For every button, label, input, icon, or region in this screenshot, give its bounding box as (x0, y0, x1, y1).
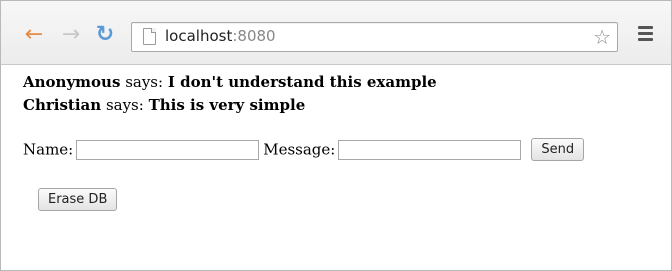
page-icon (143, 28, 156, 45)
message-verb: says: (105, 96, 144, 114)
message-label: Message: (263, 140, 336, 159)
url-port: :8080 (232, 27, 276, 45)
reload-icon[interactable]: ↻ (93, 23, 117, 47)
message-item: Christian says: This is very simple (23, 95, 437, 118)
url-host: localhost (165, 27, 233, 45)
message-text: This is very simple (148, 96, 306, 114)
forward-arrow-icon[interactable]: → (59, 23, 83, 47)
message-form: Name: Message: Send (23, 138, 585, 161)
message-input[interactable] (338, 139, 522, 160)
bookmark-star-icon[interactable]: ☆ (593, 25, 611, 49)
browser-window: ← → ↻ localhost:8080 ☆ Anonymous says: I… (0, 0, 672, 271)
browser-toolbar: ← → ↻ localhost:8080 ☆ (1, 1, 671, 65)
message-item: Anonymous says: I don't understand this … (23, 72, 437, 95)
send-button[interactable]: Send (531, 138, 585, 161)
message-list: Anonymous says: I don't understand this … (23, 72, 437, 118)
message-author: Anonymous (23, 73, 121, 91)
url-text[interactable]: localhost:8080 (165, 27, 276, 45)
menu-icon[interactable] (638, 26, 653, 42)
back-arrow-icon[interactable]: ← (22, 23, 46, 47)
message-verb: says: (125, 73, 164, 91)
address-bar[interactable]: localhost:8080 ☆ (131, 22, 618, 52)
message-text: I don't understand this example (167, 73, 437, 91)
name-label: Name: (23, 140, 74, 159)
message-author: Christian (23, 96, 102, 114)
erase-db-button[interactable]: Erase DB (38, 188, 118, 211)
name-input[interactable] (76, 139, 260, 160)
